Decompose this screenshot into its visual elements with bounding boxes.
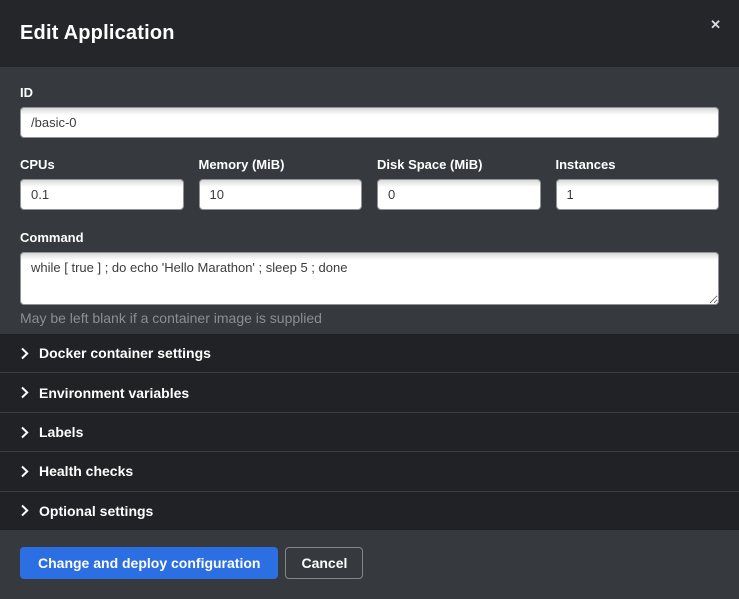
- chevron-right-icon: [20, 465, 29, 478]
- chevron-right-icon: [20, 386, 29, 399]
- id-input[interactable]: [20, 107, 719, 138]
- modal-footer: Change and deploy configuration Cancel: [0, 530, 739, 599]
- disk-input[interactable]: [377, 179, 541, 210]
- section-optional-settings[interactable]: Optional settings: [0, 492, 739, 530]
- modal-header: Edit Application ✕: [0, 0, 739, 67]
- section-docker-container-settings[interactable]: Docker container settings: [0, 334, 739, 373]
- section-label: Environment variables: [39, 385, 189, 401]
- memory-input[interactable]: [199, 179, 363, 210]
- edit-application-modal: Edit Application ✕ ID CPUs Memory (MiB) …: [0, 0, 739, 599]
- section-label: Labels: [39, 424, 83, 440]
- modal-title: Edit Application: [20, 22, 175, 45]
- chevron-right-icon: [20, 426, 29, 439]
- section-label: Optional settings: [39, 503, 153, 519]
- command-field-group: Command while [ true ] ; do echo 'Hello …: [20, 230, 719, 326]
- resources-row: CPUs Memory (MiB) Disk Space (MiB) Insta…: [20, 157, 719, 210]
- cpus-field-group: CPUs: [20, 157, 184, 210]
- collapsible-sections: Docker container settings Environment va…: [0, 334, 739, 530]
- cpus-label: CPUs: [20, 157, 184, 172]
- instances-field-group: Instances: [556, 157, 720, 210]
- section-environment-variables[interactable]: Environment variables: [0, 373, 739, 412]
- section-label: Docker container settings: [39, 345, 211, 361]
- command-label: Command: [20, 230, 719, 245]
- cancel-button[interactable]: Cancel: [285, 547, 363, 579]
- disk-label: Disk Space (MiB): [377, 157, 541, 172]
- id-label: ID: [20, 85, 719, 100]
- disk-field-group: Disk Space (MiB): [377, 157, 541, 210]
- section-label: Health checks: [39, 463, 133, 479]
- id-field-group: ID: [20, 85, 719, 138]
- section-health-checks[interactable]: Health checks: [0, 452, 739, 491]
- instances-input[interactable]: [556, 179, 720, 210]
- memory-label: Memory (MiB): [199, 157, 363, 172]
- change-and-deploy-button[interactable]: Change and deploy configuration: [20, 547, 278, 579]
- chevron-right-icon: [20, 504, 29, 517]
- close-icon[interactable]: ✕: [706, 14, 725, 35]
- cpus-input[interactable]: [20, 179, 184, 210]
- section-labels[interactable]: Labels: [0, 413, 739, 452]
- chevron-right-icon: [20, 347, 29, 360]
- edit-application-form: ID CPUs Memory (MiB) Disk Space (MiB) In…: [0, 67, 739, 334]
- command-input[interactable]: while [ true ] ; do echo 'Hello Marathon…: [20, 252, 719, 305]
- instances-label: Instances: [556, 157, 720, 172]
- command-help-text: May be left blank if a container image i…: [20, 310, 719, 326]
- memory-field-group: Memory (MiB): [199, 157, 363, 210]
